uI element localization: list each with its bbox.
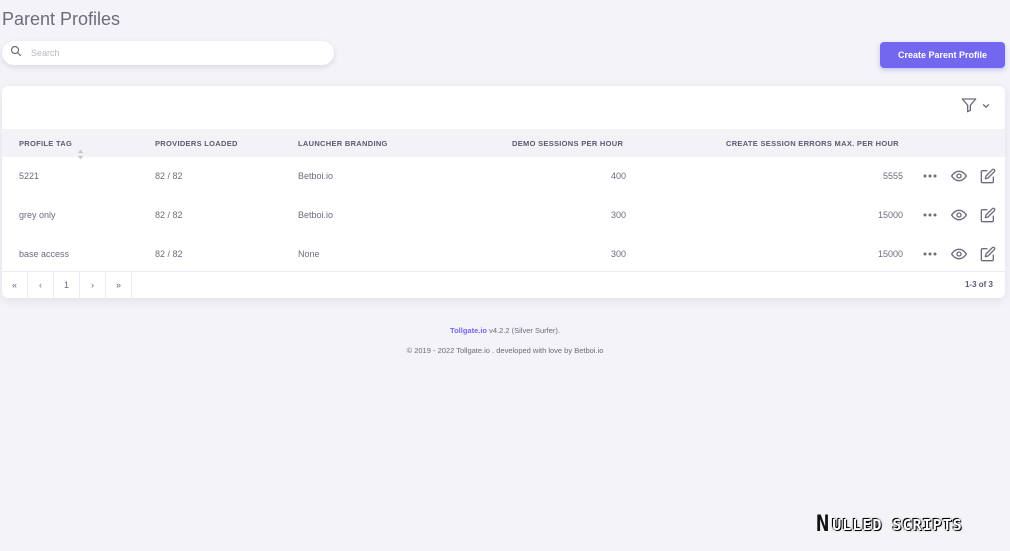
table-row: 5221 82 / 82 Betboi.io 400 5555: [2, 157, 1005, 196]
cell-session-errors: 5555: [882, 171, 903, 181]
eye-icon[interactable]: [949, 167, 968, 185]
pagination: « ‹ 1 › » 1-3 of 3: [2, 271, 1005, 298]
eye-icon[interactable]: [949, 206, 968, 224]
footer-brand-link[interactable]: Tollgate.io: [450, 326, 487, 335]
footer-version: Tollgate.io v4.2.2 (Silver Surfer).: [0, 326, 1010, 335]
cell-profile-tag: 5221: [19, 171, 40, 181]
column-header-launcher-branding: LAUNCHER BRANDING: [298, 139, 388, 148]
cell-branding: None: [298, 249, 320, 259]
footer-copyright: © 2019 - 2022 Tollgate.io . developed wi…: [406, 346, 604, 355]
column-header-session-errors: CREATE SESSION ERRORS MAX. PER HOUR: [726, 139, 899, 148]
filter-icon: [960, 97, 978, 118]
pagination-first-button[interactable]: «: [2, 272, 28, 298]
more-horizontal-icon[interactable]: [920, 206, 939, 224]
cell-providers: 82 / 82: [155, 171, 183, 181]
column-header-demo-sessions: DEMO SESSIONS PER HOUR: [512, 139, 624, 148]
cell-session-errors: 15000: [877, 210, 903, 220]
cell-demo-sessions: 300: [610, 210, 626, 220]
pagination-last-button[interactable]: »: [106, 272, 132, 298]
pagination-prev-button[interactable]: ‹: [28, 272, 54, 298]
cell-branding: Betboi.io: [298, 210, 334, 220]
search-icon: [10, 44, 22, 62]
watermark-logo: N: [816, 512, 831, 537]
pagination-next-button[interactable]: ›: [80, 272, 106, 298]
profiles-table-card: PROFILE TAG PROVIDERS LOADED LAUNCHER BR…: [2, 86, 1005, 298]
column-header-profile-tag[interactable]: PROFILE TAG: [19, 139, 84, 160]
pagination-info: 1-3 of 3: [964, 280, 993, 289]
more-horizontal-icon[interactable]: [920, 245, 939, 263]
eye-icon[interactable]: [949, 245, 968, 263]
cell-session-errors: 15000: [877, 249, 903, 259]
more-horizontal-icon[interactable]: [920, 167, 939, 185]
row-actions: [920, 206, 997, 224]
cell-providers: 82 / 82: [155, 249, 183, 259]
edit-icon[interactable]: [978, 206, 997, 224]
chevron-down-icon: [981, 98, 991, 116]
cell-demo-sessions: 400: [610, 171, 626, 181]
edit-icon[interactable]: [978, 167, 997, 185]
cell-demo-sessions: 300: [610, 249, 626, 259]
table-row: grey only 82 / 82 Betboi.io 300 15000: [2, 196, 1005, 235]
search-bar[interactable]: [2, 41, 334, 65]
table-header: PROFILE TAG PROVIDERS LOADED LAUNCHER BR…: [2, 129, 1005, 160]
create-parent-profile-button[interactable]: Create Parent Profile: [880, 42, 1005, 68]
row-actions: [920, 167, 997, 185]
page-title: Parent Profiles: [2, 9, 121, 29]
cell-profile-tag: base access: [19, 249, 70, 259]
pagination-page-button[interactable]: 1: [54, 272, 80, 298]
edit-icon[interactable]: [978, 245, 997, 263]
filter-dropdown[interactable]: [960, 97, 996, 118]
cell-profile-tag: grey only: [19, 210, 56, 220]
cell-providers: 82 / 82: [155, 210, 183, 220]
watermark-text: ULLED SCRIPTS: [832, 515, 963, 534]
watermark: N ULLED SCRIPTS: [816, 512, 963, 537]
row-actions: [920, 245, 997, 263]
table-row: base access 82 / 82 None 300 15000: [2, 235, 1005, 274]
column-header-providers-loaded: PROVIDERS LOADED: [155, 139, 238, 148]
search-input[interactable]: [31, 48, 321, 58]
cell-branding: Betboi.io: [298, 171, 334, 181]
footer-version-text: v4.2.2 (Silver Surfer).: [489, 326, 560, 335]
